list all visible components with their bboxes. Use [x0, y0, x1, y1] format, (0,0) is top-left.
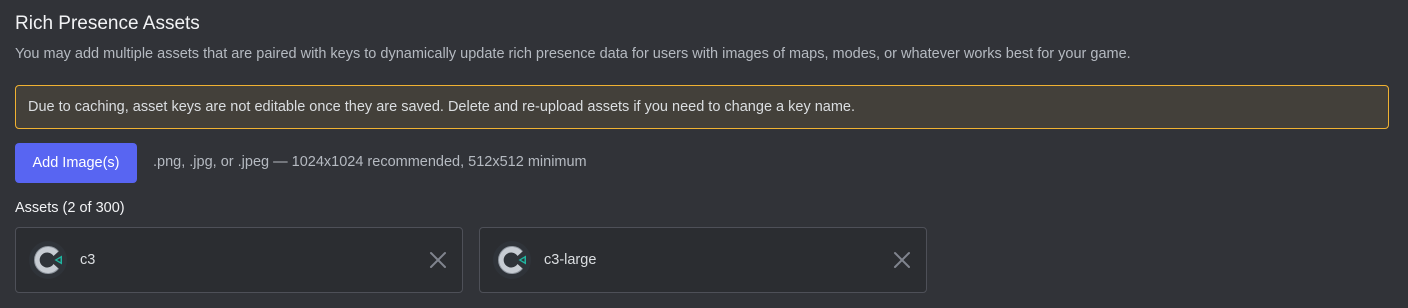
c3-logo-icon	[493, 241, 531, 279]
section-description: You may add multiple assets that are pai…	[15, 46, 1131, 62]
assets-count-heading: Assets (2 of 300)	[15, 200, 125, 216]
c3-logo-icon	[29, 241, 67, 279]
asset-key-label: c3	[80, 252, 96, 268]
asset-key-label: c3-large	[544, 252, 597, 268]
caching-warning-notice: Due to caching, asset keys are not edita…	[15, 85, 1389, 129]
image-format-hint: .png, .jpg, or .jpeg — 1024x1024 recomme…	[153, 154, 587, 170]
add-images-button[interactable]: Add Image(s)	[15, 143, 137, 183]
section-title: Rich Presence Assets	[15, 13, 200, 34]
close-icon[interactable]	[428, 250, 448, 270]
asset-card: c3	[15, 227, 463, 293]
asset-card: c3-large	[479, 227, 927, 293]
close-icon[interactable]	[892, 250, 912, 270]
